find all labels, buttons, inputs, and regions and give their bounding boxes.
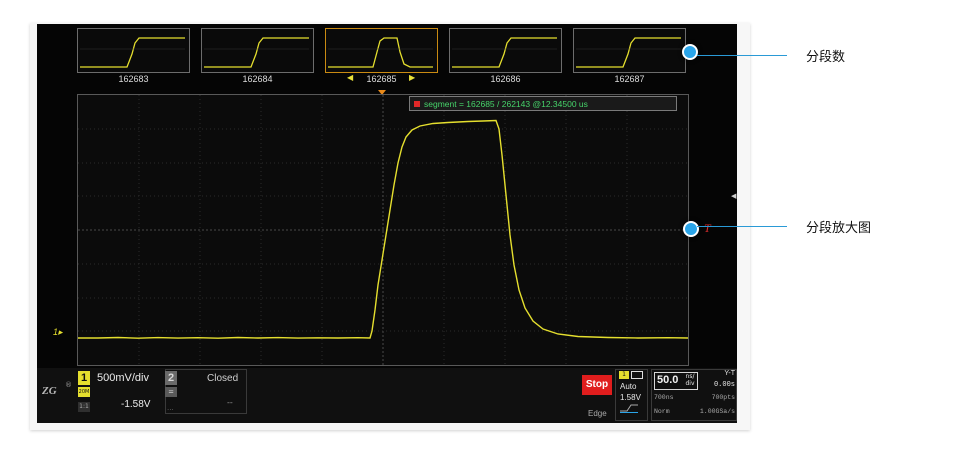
segment-thumbnail[interactable]: 162683: [77, 28, 190, 88]
waveform-trace: [78, 119, 689, 339]
callout-segment-zoom: 分段放大图: [806, 221, 872, 236]
segment-thumbnail-selected[interactable]: ◀ 162685 ▶: [325, 28, 438, 88]
oscilloscope-screen: 162683 162684 ◀ 162685 ▶ 162686 162687 s…: [37, 24, 737, 423]
segment-thumbnail-label: 162687: [614, 74, 645, 84]
trigger-menu-icon: [631, 371, 643, 379]
channel2-button[interactable]: 2: [165, 371, 177, 385]
rising-edge-icon: [620, 404, 638, 413]
timebase-value: 50.0: [657, 374, 679, 386]
waveform-display[interactable]: [77, 94, 689, 366]
registered-mark: ®: [65, 381, 72, 389]
segment-thumbnail-label: 162683: [118, 74, 149, 84]
trigger-mode[interactable]: Auto: [620, 382, 636, 391]
acquisition-mode: Norm: [654, 408, 670, 415]
timebase-unit: ns/div: [683, 373, 697, 387]
channel1-level-marker[interactable]: 1▸: [53, 327, 63, 338]
timebase-unit-top: ns/: [685, 373, 695, 380]
channel2-coupling-badge: =: [165, 387, 177, 397]
callout-line-segment-zoom: [697, 226, 787, 227]
record-points: 700pts: [711, 394, 735, 401]
sample-rate: 1.00GSa/s: [699, 408, 735, 415]
channel1-offset[interactable]: -1.58V: [121, 399, 150, 410]
record-square-icon: [414, 101, 420, 107]
channel1-volts-per-div[interactable]: 500mV/div: [97, 372, 149, 384]
segment-info-readout: segment = 162685 / 262143 @12.34500 us: [409, 96, 677, 111]
channel1-button[interactable]: 1: [78, 371, 90, 385]
side-panel-tab-icon[interactable]: ◀: [731, 192, 736, 200]
status-bar: ZG ® 1 20M 1:1 500mV/div -1.58V 2 = Clos…: [37, 368, 737, 423]
timebase-unit-bottom: div: [685, 380, 695, 387]
record-length: 700ns: [654, 394, 674, 401]
waveform-grid: [78, 95, 689, 365]
segment-thumbnail[interactable]: 162684: [201, 28, 314, 88]
segment-thumbnail-strip: 162683 162684 ◀ 162685 ▶ 162686 162687: [77, 28, 687, 90]
segment-info-text: segment = 162685 / 262143 @12.34500 us: [424, 99, 588, 109]
channel2-state: Closed: [207, 373, 239, 384]
horizontal-delay[interactable]: 0.00s: [705, 381, 735, 389]
channel1-probe-ratio: 1:1: [78, 402, 90, 412]
channel-marker-label: 1: [53, 327, 59, 337]
trigger-level[interactable]: 1.58V: [620, 393, 641, 402]
zlg-logo: ZG: [42, 385, 57, 397]
run-stop-button[interactable]: Stop: [582, 375, 612, 395]
trigger-level-label: T: [704, 221, 711, 235]
display-mode[interactable]: Y-T: [705, 370, 735, 377]
trigger-type[interactable]: Edge: [588, 409, 607, 418]
trigger-source-badge: 1: [619, 371, 629, 379]
channel2-dots: ...: [167, 404, 174, 412]
channel2-offset: --: [227, 398, 233, 407]
segment-thumbnail-label: 162685: [366, 74, 397, 84]
callout-line-segment-count: [697, 55, 787, 56]
segment-count-marker-icon[interactable]: [682, 44, 698, 60]
channel1-bandwidth-badge: 20M: [78, 387, 90, 397]
next-segment-arrow-icon[interactable]: ▶: [409, 73, 415, 82]
segment-thumbnail-label: 162686: [490, 74, 521, 84]
segment-thumbnail-label: 162684: [242, 74, 273, 84]
callout-segment-count: 分段数: [806, 50, 846, 65]
segment-thumbnail[interactable]: 162687: [573, 28, 686, 88]
zoom-view-marker-icon[interactable]: [683, 221, 699, 237]
segment-thumbnail[interactable]: 162686: [449, 28, 562, 88]
